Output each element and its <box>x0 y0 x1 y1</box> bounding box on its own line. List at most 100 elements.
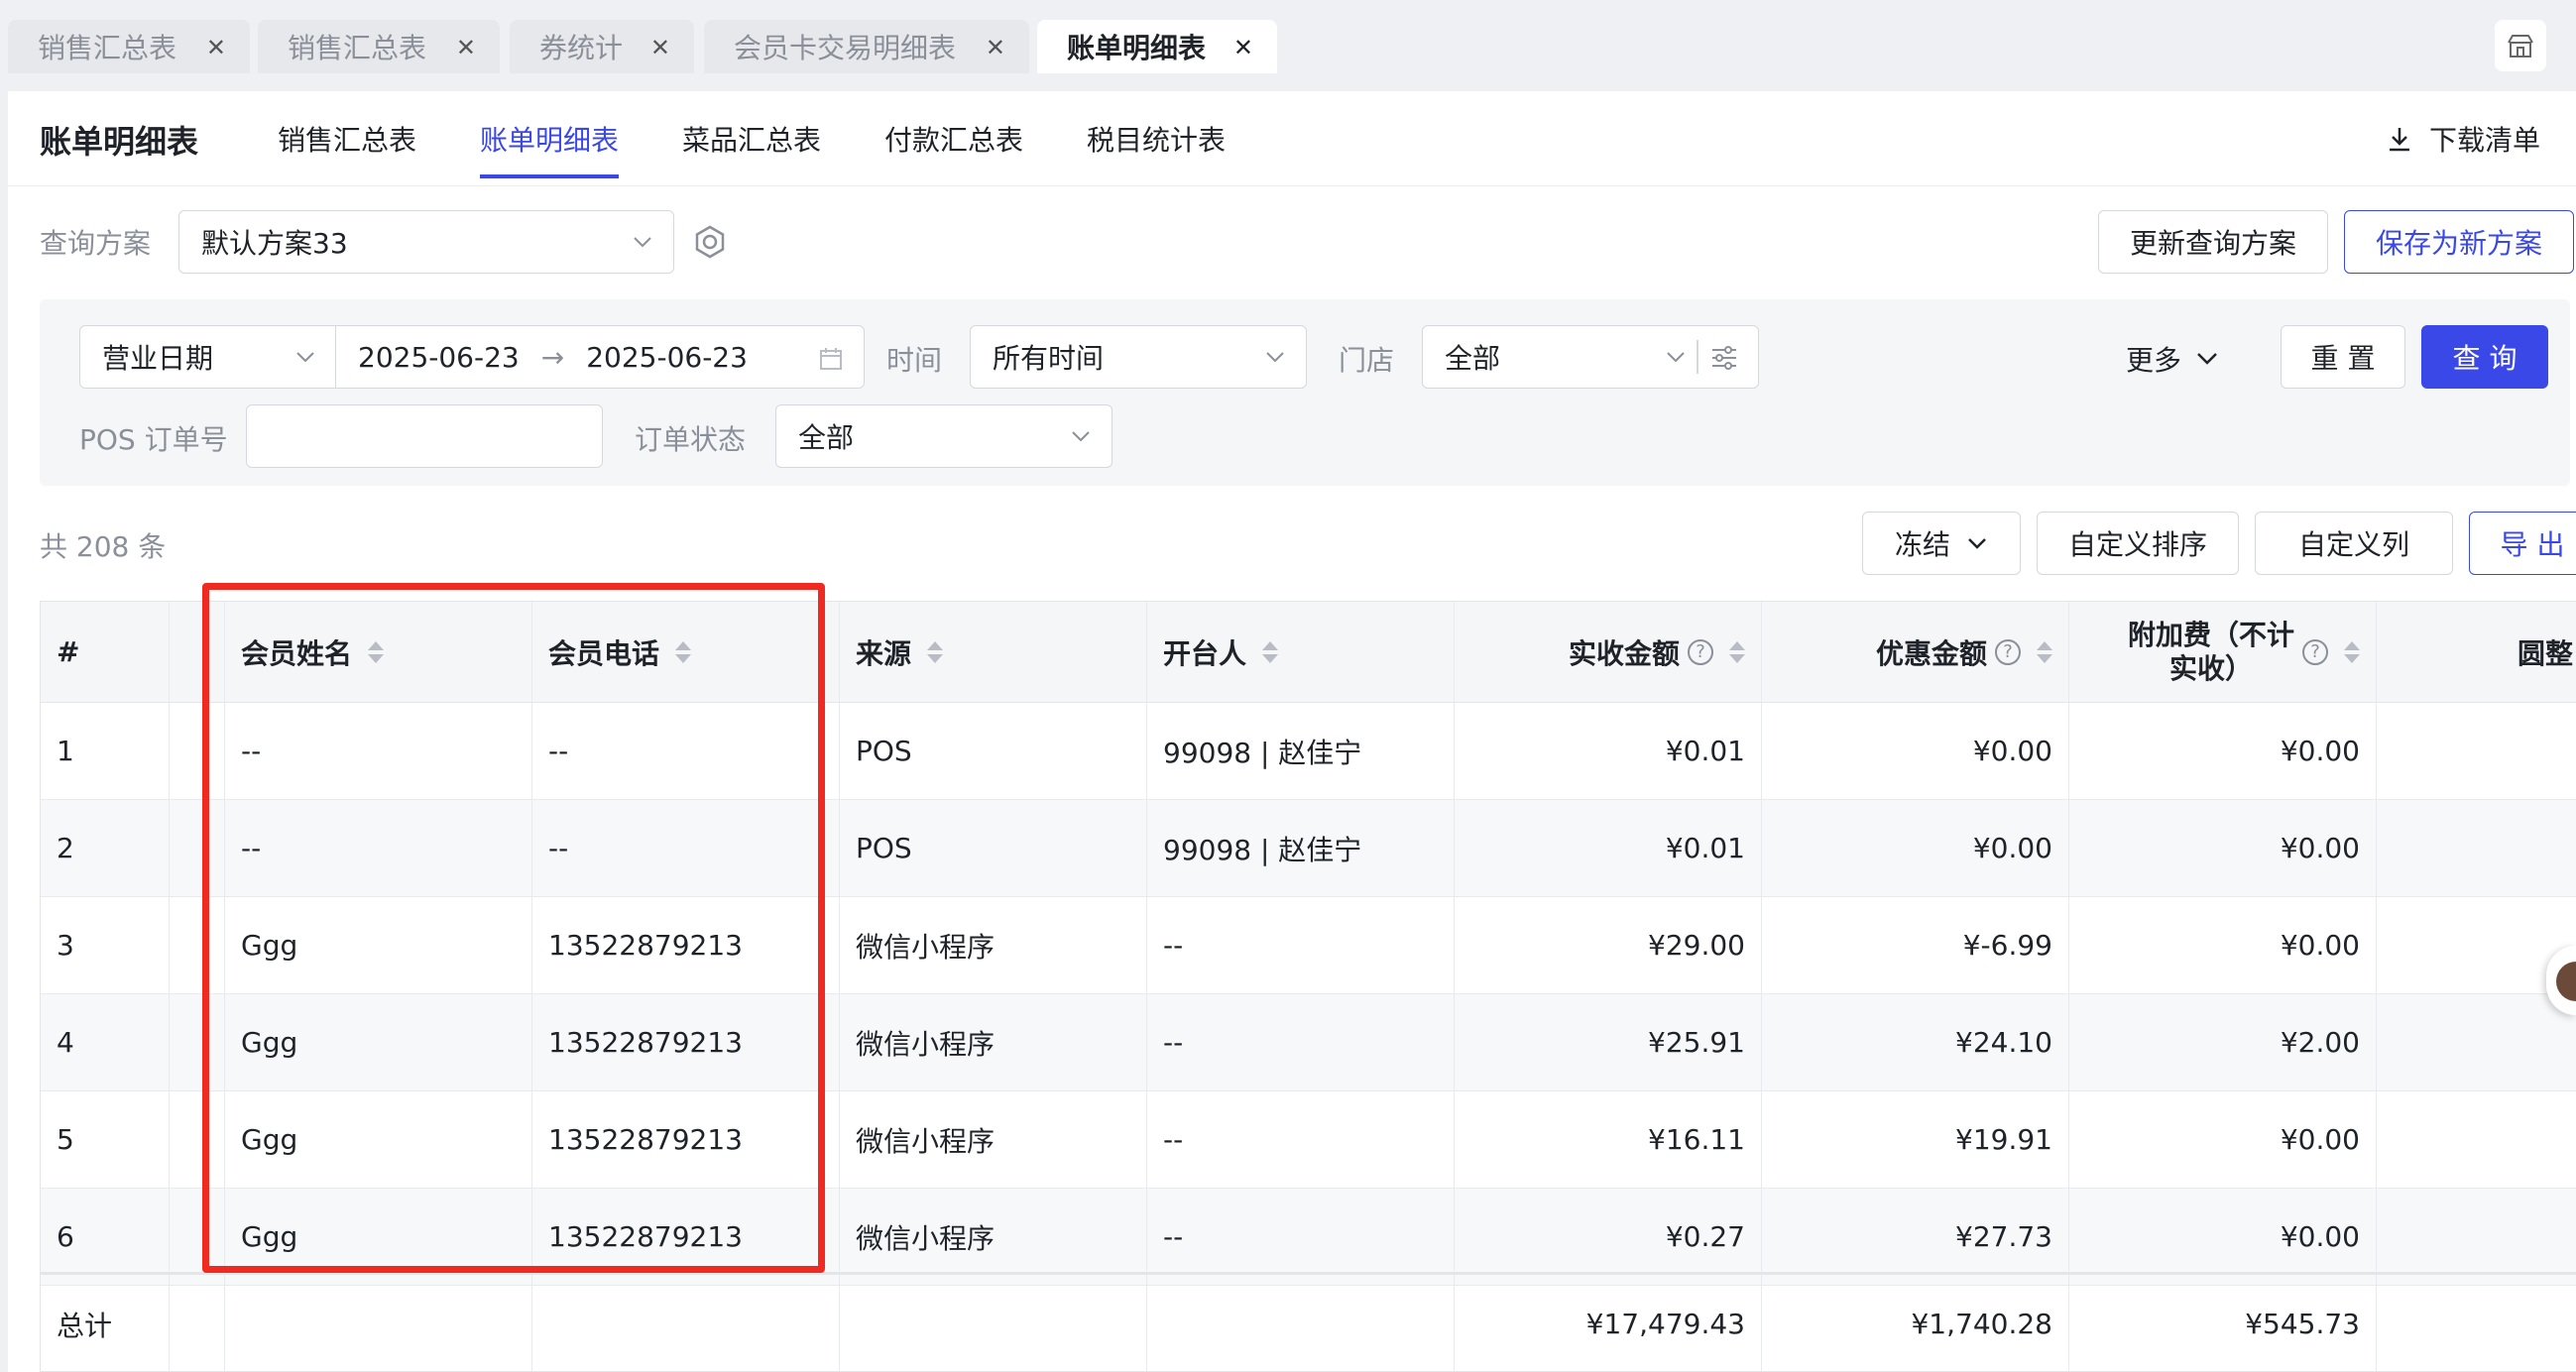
chevron-down-icon <box>1968 538 1986 549</box>
export-button[interactable]: 导 出 <box>2469 512 2576 575</box>
col-rounding-header[interactable]: 圆整 <box>2377 602 2576 702</box>
chevron-down-icon <box>634 237 651 248</box>
close-icon[interactable]: ✕ <box>206 34 226 61</box>
cell-surcharge: ¥0.00 <box>2069 800 2377 896</box>
sort-icon[interactable] <box>1262 640 1279 663</box>
sort-icon[interactable] <box>2344 640 2360 663</box>
cell-discount: ¥-6.99 <box>1762 897 2069 993</box>
chevron-down-icon <box>296 352 314 363</box>
custom-columns-button[interactable]: 自定义列 <box>2255 512 2453 575</box>
top-tab-coupon-stats[interactable]: 券统计 ✕ <box>510 20 694 73</box>
cell-source: 微信小程序 <box>840 1189 1147 1285</box>
download-list-button[interactable]: 下载清单 <box>2388 119 2540 159</box>
total-spacer <box>170 1275 225 1371</box>
subtab-dish-summary[interactable]: 菜品汇总表 <box>682 119 821 159</box>
sort-icon[interactable] <box>2037 640 2052 663</box>
query-button[interactable]: 查 询 <box>2421 325 2548 389</box>
cell-opener: 99098 | 赵佳宁 <box>1147 703 1455 799</box>
top-tab-label: 销售汇总表 <box>38 32 177 64</box>
pos-order-input[interactable] <box>246 404 603 468</box>
subtab-payment-summary[interactable]: 付款汇总表 <box>884 119 1023 159</box>
download-label: 下载清单 <box>2428 124 2540 157</box>
help-icon[interactable]: ? <box>1688 638 1713 665</box>
cell-actual: ¥16.11 <box>1455 1091 1762 1188</box>
sort-icon[interactable] <box>927 640 944 663</box>
source-header-label: 来源 <box>856 636 912 670</box>
col-surcharge-header[interactable]: 附加费（不计 实收） ? <box>2069 602 2377 702</box>
date-range-picker[interactable]: 2025-06-23 → 2025-06-23 <box>335 325 865 389</box>
calendar-icon <box>820 348 842 370</box>
close-icon[interactable]: ✕ <box>1233 34 1253 61</box>
date-end: 2025-06-23 <box>586 340 748 374</box>
subtab-sales-summary[interactable]: 销售汇总表 <box>278 119 416 159</box>
cell-index: 3 <box>41 897 170 993</box>
help-icon[interactable]: ? <box>1995 638 2021 665</box>
settings-icon[interactable] <box>692 224 728 260</box>
cell-source: 微信小程序 <box>840 897 1147 993</box>
cell-surcharge: ¥0.00 <box>2069 1189 2377 1285</box>
cell-opener: 99098 | 赵佳宁 <box>1147 800 1455 896</box>
time-value: 所有时间 <box>993 342 1105 375</box>
sort-icon[interactable] <box>1729 640 1745 663</box>
cell-index: 2 <box>41 800 170 896</box>
cell-rounding <box>2377 1091 2576 1188</box>
chevron-down-icon <box>1072 431 1090 442</box>
top-tab-member-card[interactable]: 会员卡交易明细表 ✕ <box>704 20 1029 73</box>
close-icon[interactable]: ✕ <box>456 34 476 61</box>
col-discount-header[interactable]: 优惠金额 ? <box>1762 602 2069 702</box>
cell-opener: -- <box>1147 994 1455 1090</box>
update-plan-button[interactable]: 更新查询方案 <box>2098 210 2328 274</box>
cell-rounding <box>2377 994 2576 1090</box>
help-icon[interactable]: ? <box>2302 638 2328 665</box>
col-opener-header[interactable]: 开台人 <box>1147 602 1455 702</box>
reset-button[interactable]: 重 置 <box>2281 325 2405 389</box>
cell-rounding <box>2377 703 2576 799</box>
store-label: 门店 <box>1339 344 1395 377</box>
top-tab-sales-summary-1[interactable]: 销售汇总表 ✕ <box>8 20 250 73</box>
cell-surcharge: ¥2.00 <box>2069 994 2377 1090</box>
cell-discount: ¥0.00 <box>1762 800 2069 896</box>
total-source <box>840 1275 1147 1371</box>
total-row: 总计 ¥17,479.43 ¥1,740.28 ¥545.73 <box>41 1272 2576 1371</box>
col-source-header[interactable]: 来源 <box>840 602 1147 702</box>
cell-rounding <box>2377 800 2576 896</box>
store-select[interactable]: 全部 <box>1422 325 1759 389</box>
col-actual-header[interactable]: 实收金额 ? <box>1455 602 1762 702</box>
divider <box>1697 340 1698 374</box>
subtab-bill-detail[interactable]: 账单明细表 <box>480 119 620 178</box>
report-subnav: 账单明细表 销售汇总表 账单明细表 菜品汇总表 付款汇总表 税目统计表 下载清单 <box>8 91 2576 186</box>
total-phone <box>532 1275 840 1371</box>
subtab-tax-stats[interactable]: 税目统计表 <box>1087 119 1226 159</box>
avatar-image <box>2556 962 2576 1001</box>
cell-index: 5 <box>41 1091 170 1188</box>
close-icon[interactable]: ✕ <box>986 34 1005 61</box>
total-discount: ¥1,740.28 <box>1762 1275 2069 1371</box>
order-status-label: 订单状态 <box>635 423 747 456</box>
top-tab-sales-summary-2[interactable]: 销售汇总表 ✕ <box>258 20 500 73</box>
actual-header-label: 实收金额 <box>1568 636 1680 670</box>
time-label: 时间 <box>886 344 943 377</box>
filter-settings-icon[interactable] <box>1710 346 1738 370</box>
order-status-value: 全部 <box>798 421 855 454</box>
cell-surcharge: ¥0.00 <box>2069 897 2377 993</box>
cell-discount: ¥19.91 <box>1762 1091 2069 1188</box>
cell-surcharge: ¥0.00 <box>2069 1091 2377 1188</box>
more-filters-toggle[interactable]: 更多 <box>2126 339 2219 379</box>
time-select[interactable]: 所有时间 <box>970 325 1307 389</box>
opener-header-label: 开台人 <box>1163 636 1247 670</box>
top-tab-bill-detail[interactable]: 账单明细表 ✕ <box>1037 20 1277 73</box>
save-new-plan-button[interactable]: 保存为新方案 <box>2344 210 2574 274</box>
close-icon[interactable]: ✕ <box>650 34 670 61</box>
query-plan-select[interactable]: 默认方案33 <box>178 210 674 274</box>
cell-discount: ¥27.73 <box>1762 1189 2069 1285</box>
order-status-select[interactable]: 全部 <box>775 404 1112 468</box>
cell-opener: -- <box>1147 1091 1455 1188</box>
date-type-select[interactable]: 营业日期 <box>79 325 337 389</box>
cell-discount: ¥24.10 <box>1762 994 2069 1090</box>
freeze-button[interactable]: 冻结 <box>1862 512 2021 575</box>
pos-order-label: POS 订单号 <box>79 423 228 456</box>
total-label: 总计 <box>41 1275 170 1371</box>
custom-sort-button[interactable]: 自定义排序 <box>2037 512 2239 575</box>
cell-index: 6 <box>41 1189 170 1285</box>
store-home-button[interactable] <box>2495 20 2546 71</box>
